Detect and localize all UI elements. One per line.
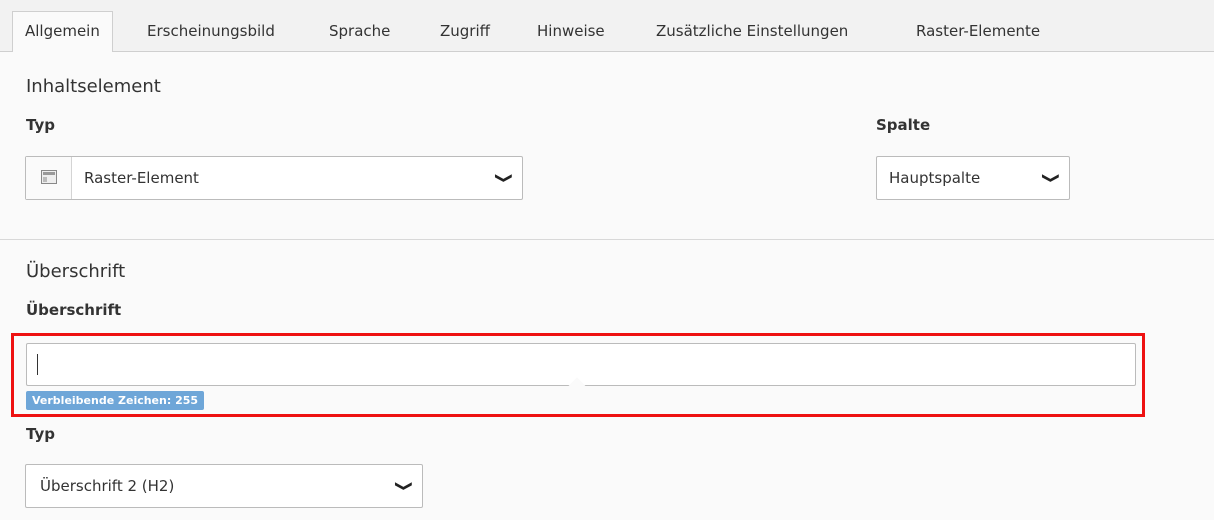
chevron-down-icon: ❯ bbox=[1041, 172, 1061, 184]
type-label: Typ bbox=[26, 116, 55, 134]
tab-erscheinungsbild[interactable]: Erscheinungsbild bbox=[135, 12, 287, 52]
tab-zusaetzliche-einstellungen[interactable]: Zusätzliche Einstellungen bbox=[644, 12, 860, 52]
header-type-select-value: Überschrift 2 (H2) bbox=[40, 477, 175, 495]
remaining-chars-badge: Verbleibende Zeichen: 255 bbox=[26, 391, 205, 410]
header-section: Überschrift Überschrift Verbleibende Zei… bbox=[0, 241, 1214, 520]
column-label: Spalte bbox=[876, 116, 931, 134]
tab-raster-elemente[interactable]: Raster-Elemente bbox=[904, 12, 1052, 52]
grid-element-icon bbox=[41, 170, 57, 184]
type-select-value: Raster-Element bbox=[84, 169, 199, 187]
section-title-content-element: Inhaltselement bbox=[26, 76, 161, 97]
tab-hinweise[interactable]: Hinweise bbox=[525, 12, 617, 52]
text-caret bbox=[37, 354, 38, 375]
type-select[interactable]: Raster-Element ❯ bbox=[25, 156, 523, 200]
column-select[interactable]: Hauptspalte ❯ bbox=[876, 156, 1070, 200]
content-element-section: Inhaltselement Typ Spalte Raster-Element… bbox=[0, 52, 1214, 240]
header-type-select[interactable]: Überschrift 2 (H2) ❯ bbox=[25, 464, 423, 508]
tab-sprache[interactable]: Sprache bbox=[317, 12, 402, 52]
tab-zugriff[interactable]: Zugriff bbox=[428, 12, 502, 52]
header-input[interactable] bbox=[26, 343, 1136, 395]
tab-bar: Allgemein Erscheinungsbild Sprache Zugri… bbox=[0, 0, 1214, 53]
header-label: Überschrift bbox=[26, 301, 122, 319]
column-select-value: Hauptspalte bbox=[889, 169, 981, 187]
section-title-header: Überschrift bbox=[26, 261, 126, 282]
tab-allgemein[interactable]: Allgemein bbox=[12, 11, 113, 53]
type-icon-cell bbox=[26, 157, 72, 199]
chevron-down-icon: ❯ bbox=[394, 480, 414, 492]
header-type-label: Typ bbox=[26, 425, 55, 443]
chevron-down-icon: ❯ bbox=[494, 172, 514, 184]
